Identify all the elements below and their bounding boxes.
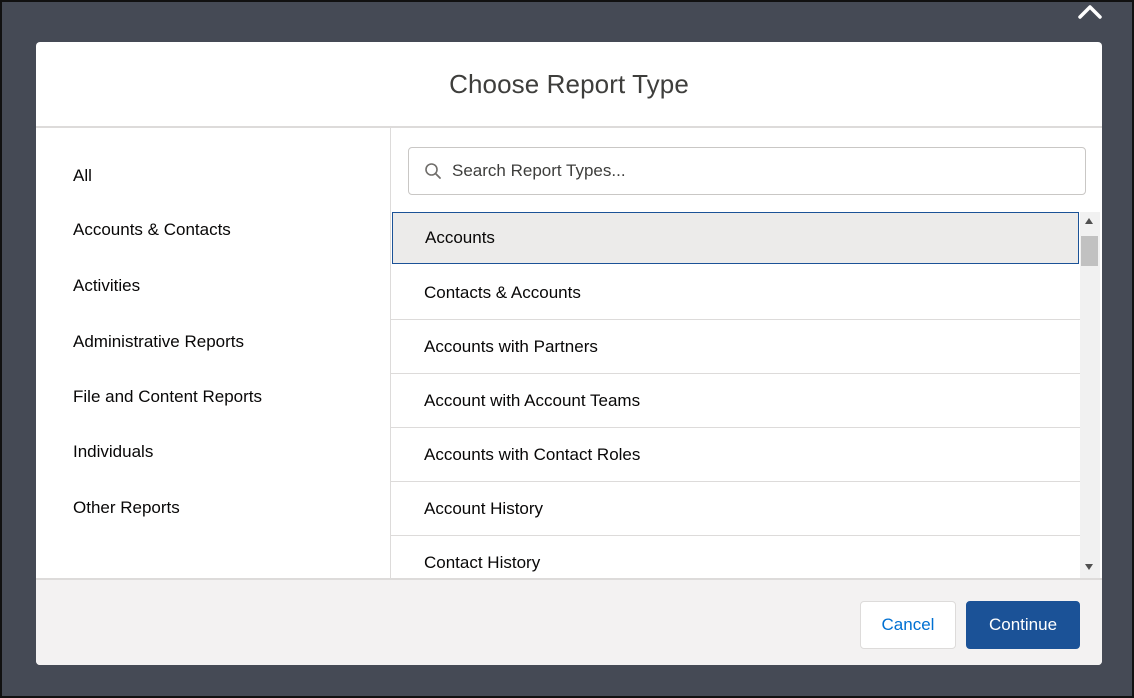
list-item-accounts-with-partners[interactable]: Accounts with Partners (391, 320, 1080, 374)
close-modal-button[interactable] (1074, 0, 1106, 22)
list-item-account-with-account-teams[interactable]: Account with Account Teams (391, 374, 1080, 428)
sidebar-item-all[interactable]: All (73, 164, 92, 188)
sidebar-item-individuals[interactable]: Individuals (73, 440, 153, 464)
report-type-modal: Choose Report Type All Accounts & Contac… (36, 42, 1102, 665)
cancel-button[interactable]: Cancel (860, 601, 956, 649)
continue-button[interactable]: Continue (966, 601, 1080, 649)
report-type-panel: Accounts Contacts & Accounts Accounts wi… (391, 128, 1102, 578)
list-item-account-history[interactable]: Account History (391, 482, 1080, 536)
close-icon (1078, 5, 1102, 19)
list-item-contacts-accounts[interactable]: Contacts & Accounts (391, 266, 1080, 320)
modal-header: Choose Report Type (36, 42, 1102, 128)
sidebar-item-administrative-reports[interactable]: Administrative Reports (73, 330, 244, 354)
search-input[interactable] (452, 161, 1072, 181)
sidebar-item-file-content-reports[interactable]: File and Content Reports (73, 385, 262, 409)
sidebar-item-accounts-contacts[interactable]: Accounts & Contacts (73, 218, 231, 242)
scroll-up-icon[interactable] (1085, 218, 1093, 224)
sidebar-item-other-reports[interactable]: Other Reports (73, 496, 180, 520)
list-item-accounts[interactable]: Accounts (392, 212, 1079, 264)
search-box[interactable] (408, 147, 1086, 195)
modal-footer: Cancel Continue (36, 578, 1102, 665)
modal-body: All Accounts & Contacts Activities Admin… (36, 128, 1102, 578)
search-icon (424, 161, 444, 181)
modal-title: Choose Report Type (449, 68, 689, 99)
scroll-thumb[interactable] (1081, 236, 1098, 266)
report-type-list: Accounts Contacts & Accounts Accounts wi… (391, 212, 1081, 578)
list-scrollbar[interactable] (1080, 212, 1100, 578)
list-item-contact-history[interactable]: Contact History (391, 536, 1080, 578)
category-sidebar: All Accounts & Contacts Activities Admin… (36, 128, 391, 578)
sidebar-item-activities[interactable]: Activities (73, 274, 140, 298)
scroll-down-icon[interactable] (1085, 564, 1093, 570)
list-item-accounts-with-contact-roles[interactable]: Accounts with Contact Roles (391, 428, 1080, 482)
